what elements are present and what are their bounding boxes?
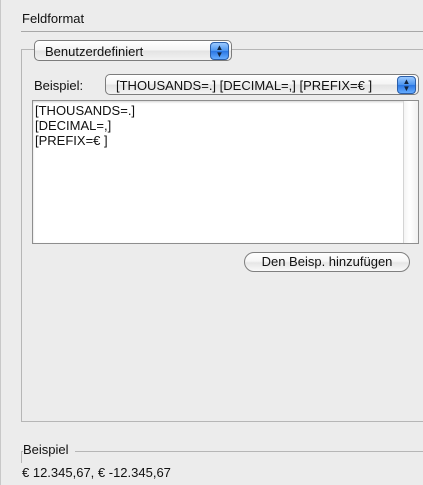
format-type-popup[interactable]: Benutzerdefiniert ▲ ▼ [34,40,232,61]
example-label: Beispiel: [34,78,84,93]
example-popup[interactable]: [THOUSANDS=.] [DECIMAL=,] [PREFIX=€ ] ▲ … [105,74,419,95]
format-editor[interactable]: [THOUSANDS=.] [DECIMAL=,] [PREFIX=€ ] [32,100,419,244]
add-example-button[interactable]: Den Beisp. hinzufügen [244,252,410,272]
title-divider [21,31,423,32]
preview-title: Beispiel [23,442,75,457]
chevron-updown-icon: ▲ ▼ [397,76,416,94]
preview-value: € 12.345,67, € -12.345,67 [22,465,171,480]
example-selected-label: [THOUSANDS=.] [DECIMAL=,] [PREFIX=€ ] [116,78,373,93]
panel-title: Feldformat [22,11,85,26]
format-editor-text[interactable]: [THOUSANDS=.] [DECIMAL=,] [PREFIX=€ ] [35,103,135,148]
field-format-panel: Feldformat Benutzerdefiniert ▲ ▼ Beispie… [0,0,423,485]
format-type-label: Benutzerdefiniert [45,44,144,59]
chevron-updown-icon: ▲ ▼ [210,42,229,60]
preview-divider [21,451,423,452]
editor-scrollbar[interactable] [403,101,418,243]
preview-divider-left [21,451,22,463]
